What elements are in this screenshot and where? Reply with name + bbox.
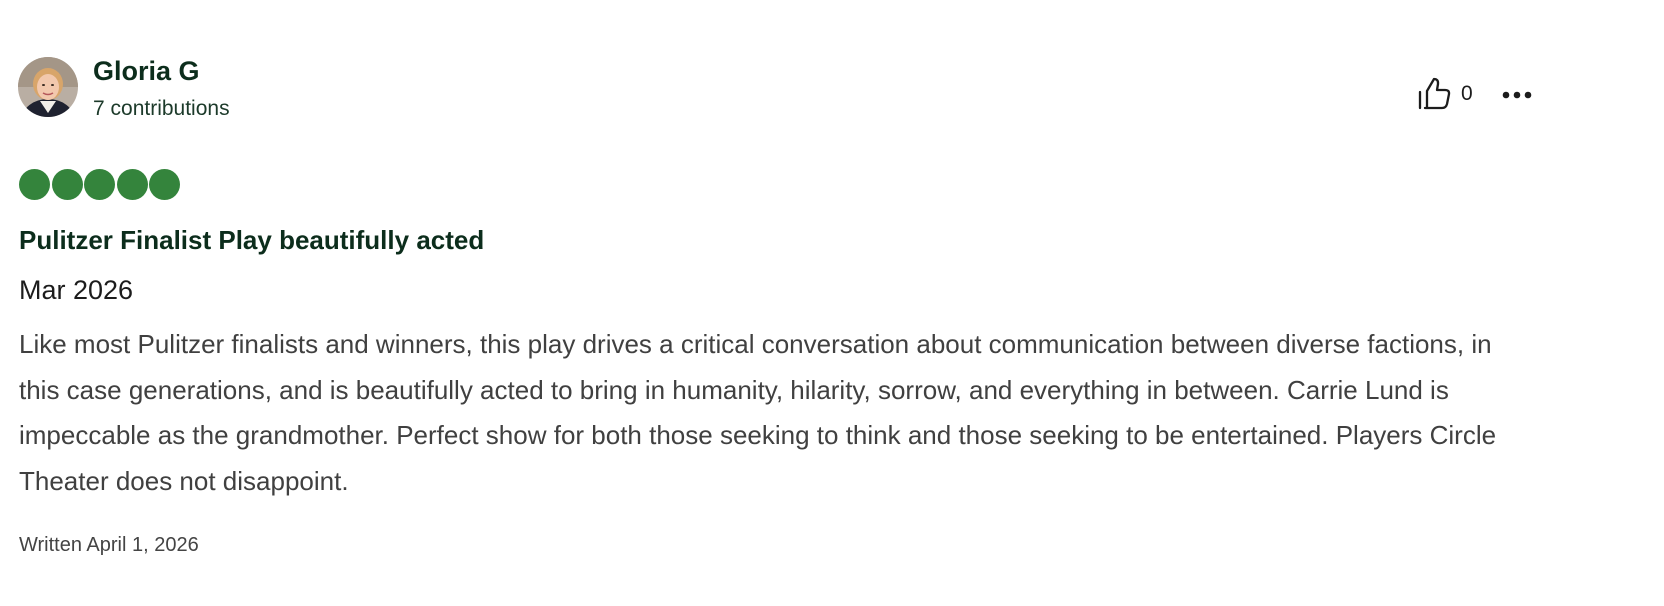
thumbs-up-icon[interactable] [1416, 76, 1452, 112]
user-name[interactable]: Gloria G [93, 57, 230, 85]
review-card: Gloria G 7 contributions 0 Pulitzer Fina… [0, 0, 1664, 606]
review-body: Like most Pulitzer finalists and winners… [19, 329, 1497, 496]
review-date: Mar 2026 [19, 275, 134, 305]
avatar[interactable] [18, 57, 78, 117]
review-title[interactable]: Pulitzer Finalist Play beautifully acted [19, 224, 484, 256]
rating-bubble-filled [116, 169, 148, 200]
written-date: Written April 1, 2026 [19, 534, 199, 556]
like-count: 0 [1461, 82, 1473, 105]
user-info: Gloria G 7 contributions [93, 57, 230, 121]
review-header: Gloria G 7 contributions [18, 57, 230, 121]
review-actions: 0 [1416, 76, 1473, 112]
rating-bubble-filled [51, 169, 83, 200]
rating-bubble-filled [19, 169, 50, 200]
contributions-count: 7 contributions [93, 97, 230, 120]
more-horizontal-icon[interactable] [1502, 86, 1532, 104]
rating-bubbles [19, 169, 182, 200]
rating-bubble-filled [84, 169, 115, 200]
rating-bubble-filled [149, 169, 180, 200]
